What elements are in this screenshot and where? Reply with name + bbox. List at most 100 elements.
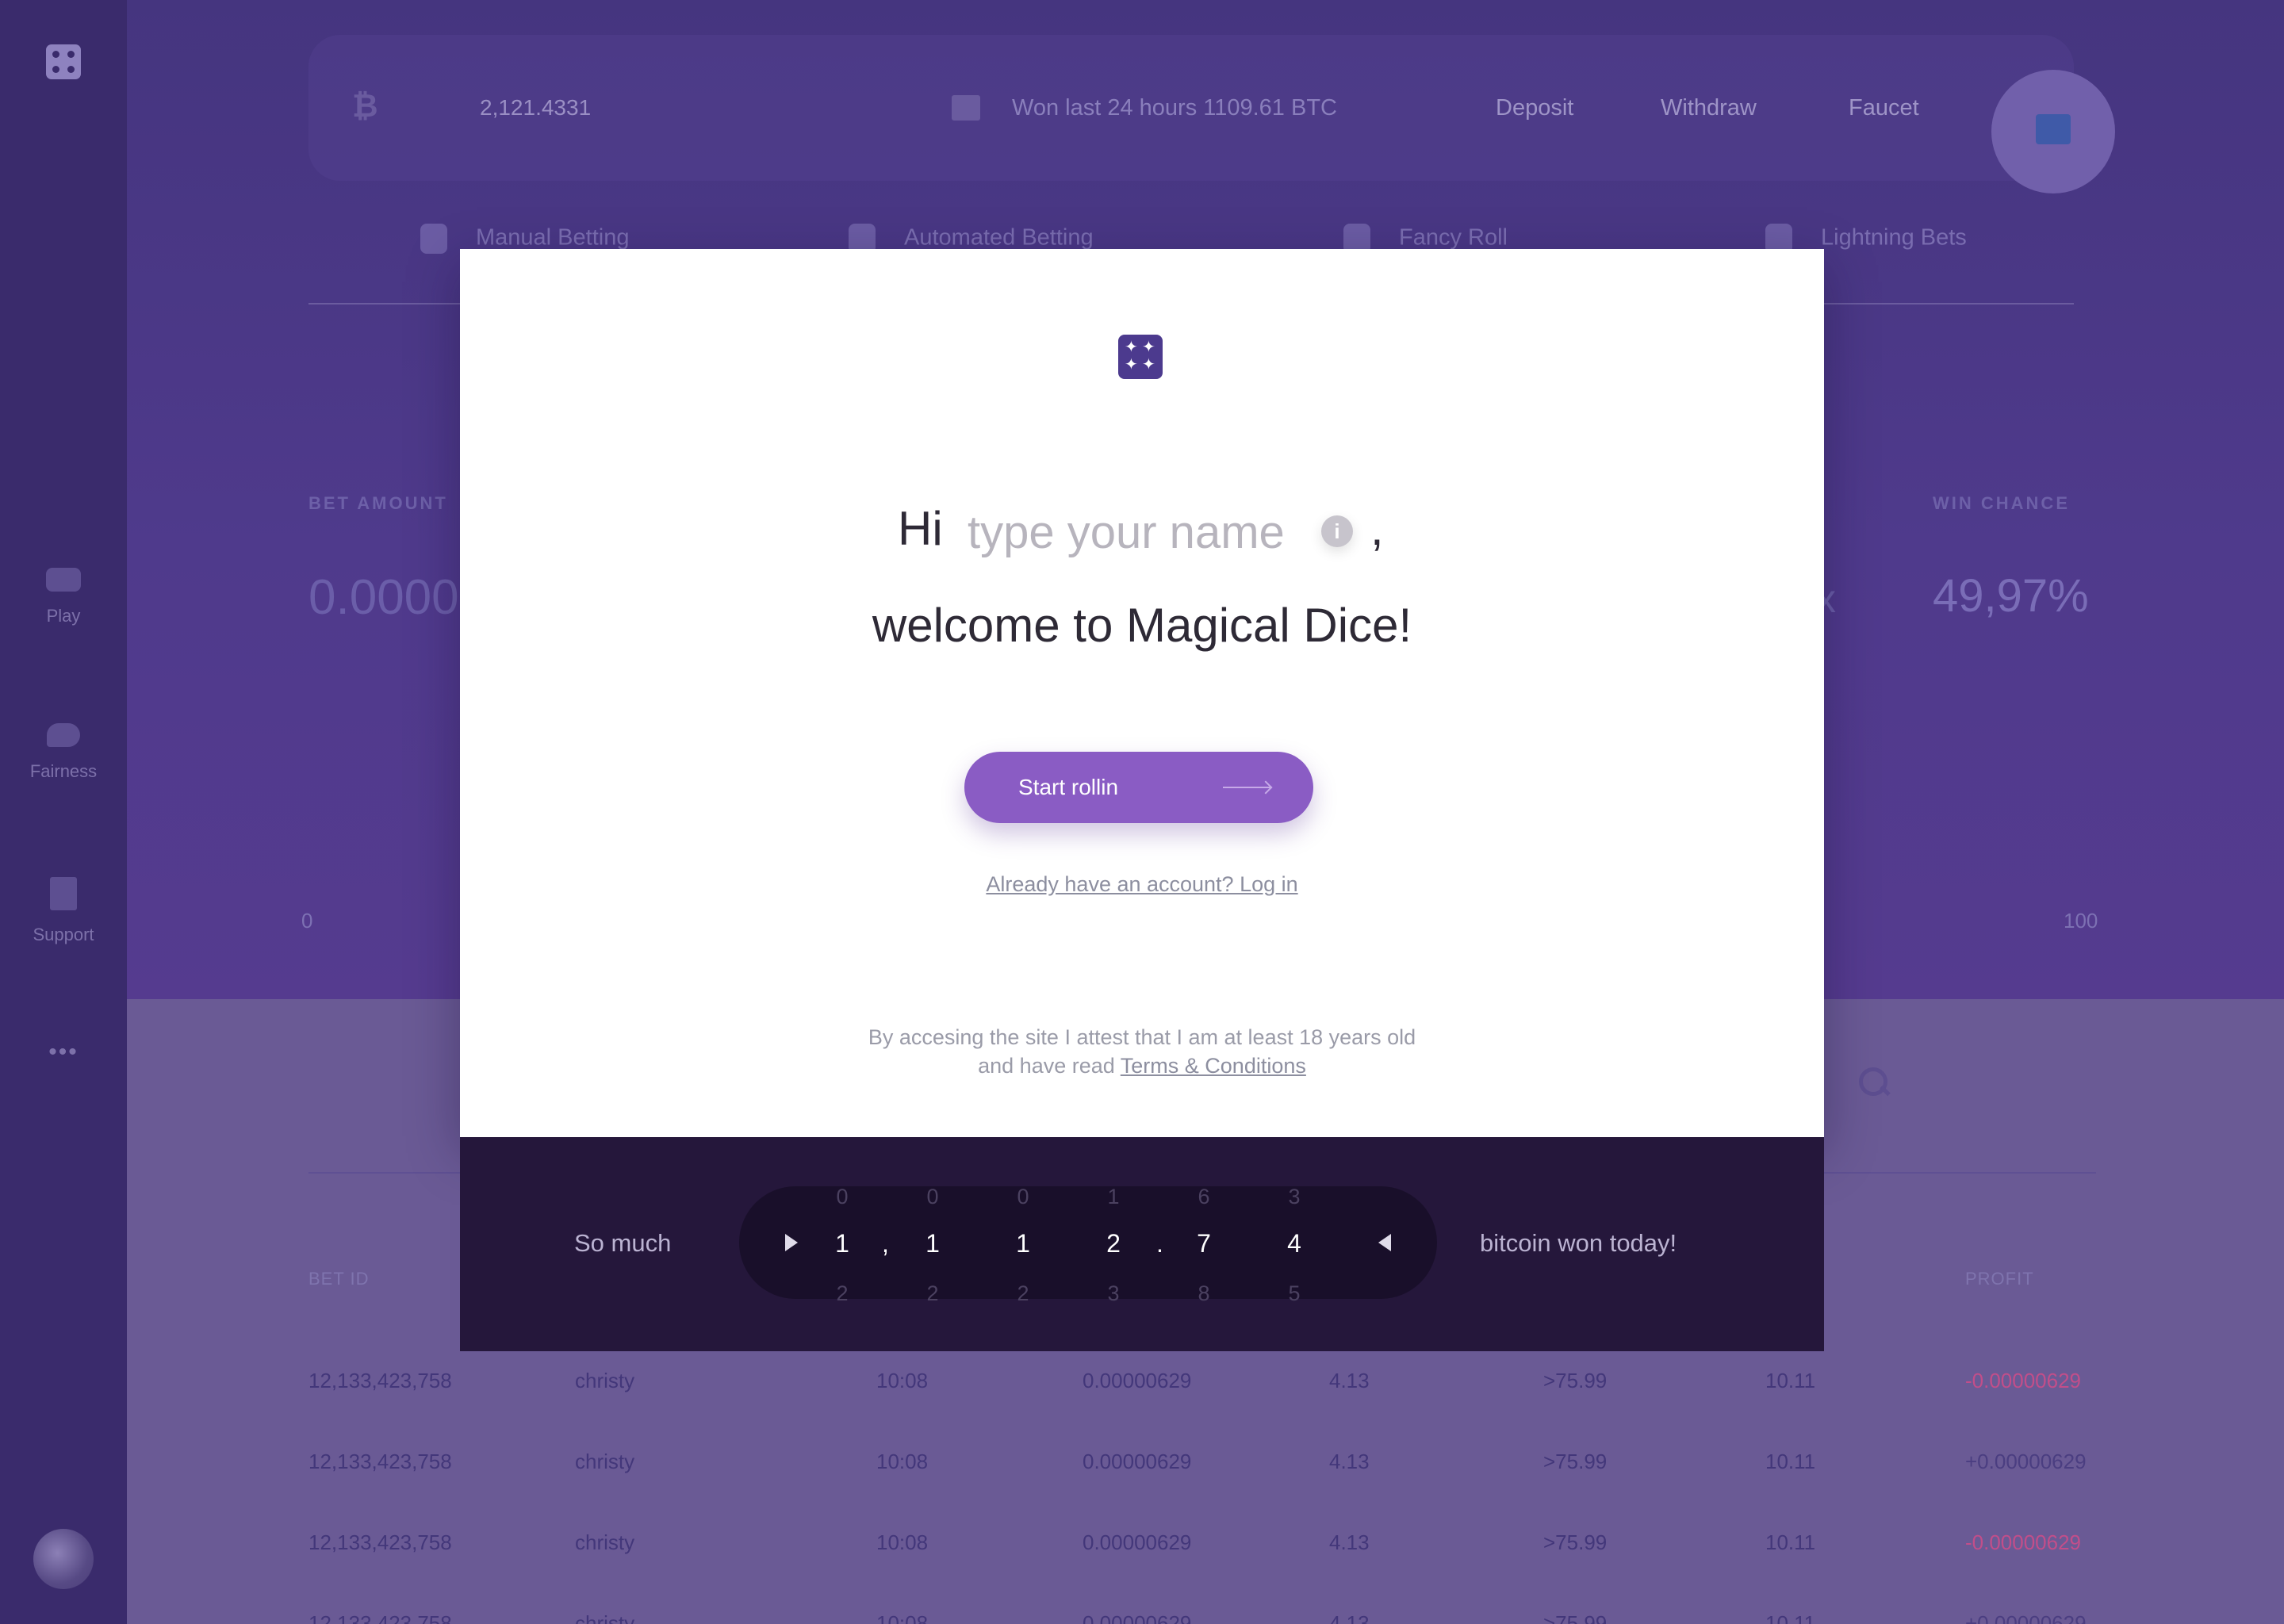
counter-digit: 123 <box>1106 1185 1121 1305</box>
info-icon[interactable]: i <box>1321 515 1353 547</box>
cell-user: christy <box>575 1611 635 1624</box>
disclaimer-line-1: By accesing the site I attest that I am … <box>868 1025 1416 1049</box>
greeting-comma: , <box>1370 502 1384 555</box>
terms-link[interactable]: Terms & Conditions <box>1121 1054 1306 1078</box>
cell-payout: 4.13 <box>1329 1450 1370 1473</box>
thousands-separator: , <box>882 1229 889 1258</box>
counter-digit: 678 <box>1197 1185 1211 1305</box>
bet-amount-value[interactable]: 0.0000 <box>308 569 459 626</box>
greeting-row: Hi i , <box>460 501 1824 565</box>
cell-id: 12,133,423,758 <box>308 1530 452 1554</box>
login-link[interactable]: Already have an account? Log in <box>460 872 1824 897</box>
tab-label: Manual Betting <box>476 224 630 251</box>
cell-roll: 10.11 <box>1765 1530 1816 1554</box>
cell-profit: -0.00000629 <box>1965 1530 2082 1554</box>
cell-amount: 0.00000629 <box>1083 1369 1192 1392</box>
cell-amount: 0.00000629 <box>1083 1450 1192 1473</box>
cell-amount: 0.00000629 <box>1083 1530 1192 1554</box>
start-rollin-button[interactable]: Start rollin <box>964 752 1313 823</box>
sidebar-item-play[interactable]: Play <box>0 568 127 626</box>
age-disclaimer: By accesing the site I attest that I am … <box>460 1023 1824 1080</box>
whistle-icon <box>47 723 80 747</box>
cell-id: 12,133,423,758 <box>308 1450 452 1473</box>
cell-roll: 10.11 <box>1765 1369 1816 1392</box>
cell-amount: 0.00000629 <box>1083 1611 1192 1624</box>
faucet-link[interactable]: Faucet <box>1849 95 1919 121</box>
header-profit: PROFIT <box>1965 1269 2034 1289</box>
cell-time: 10:08 <box>876 1530 929 1554</box>
arrow-right-icon <box>1223 787 1270 788</box>
decimal-separator: . <box>1156 1229 1163 1258</box>
start-button-label: Start rollin <box>1018 775 1119 799</box>
cell-user: christy <box>575 1450 635 1473</box>
sidebar-item-support[interactable]: Support <box>0 877 127 945</box>
greeting: Hi <box>898 502 943 555</box>
win-chance-value[interactable]: 49,97% <box>1933 569 2089 622</box>
tab-label: Automated Betting <box>904 224 1094 251</box>
name-input[interactable] <box>968 503 1316 561</box>
triangle-right-icon <box>785 1234 798 1251</box>
balance: 2,121.4331 <box>480 95 592 120</box>
ticker-suffix: bitcoin won today! <box>1480 1229 1677 1257</box>
dice-logo-icon[interactable] <box>46 44 81 79</box>
chat-button[interactable] <box>1991 70 2115 193</box>
cell-profit: -0.00000629 <box>1965 1369 2082 1392</box>
range-min: 0 <box>301 909 313 933</box>
cell-roll: 10.11 <box>1765 1611 1816 1624</box>
cell-profit: +0.00000629 <box>1965 1450 2087 1473</box>
search-icon[interactable] <box>1859 1067 1891 1099</box>
cell-target: >75.99 <box>1543 1369 1608 1392</box>
ticker-prefix: So much <box>574 1229 672 1257</box>
win-counter: 012 , 012 012 123 . 678 345 <box>739 1185 1437 1305</box>
welcome-modal: ✦✦ ✦✦ Hi i , welcome to Magical Dice! St… <box>460 249 1824 1137</box>
counter-digit: 012 <box>1016 1185 1030 1305</box>
disclaimer-prefix: and have read <box>978 1054 1115 1078</box>
cell-user: christy <box>575 1369 635 1392</box>
tab-label: Fancy Roll <box>1399 224 1508 251</box>
sidebar-item-label: Fairness <box>29 761 98 781</box>
cell-payout: 4.13 <box>1329 1611 1370 1624</box>
cell-id: 12,133,423,758 <box>308 1369 452 1392</box>
counter-digit: 012 <box>835 1185 849 1305</box>
won-today-ticker: So much 012 , 012 012 123 . 678 345 bitc… <box>460 1137 1824 1351</box>
cell-profit: +0.00000629 <box>1965 1611 2087 1624</box>
counter-digit: 345 <box>1287 1185 1301 1305</box>
table-row[interactable]: 12,133,423,758 christy 10:08 0.00000629 4.13… <box>0 1530 2284 1578</box>
book-icon <box>50 877 77 910</box>
dice-logo-icon: ✦ ✦ ✦ ✦ <box>1118 335 1163 379</box>
sidebar-item-label: Play <box>46 606 81 626</box>
deposit-link[interactable]: Deposit <box>1496 95 1573 121</box>
table-row[interactable]: 12,133,423,758 christy 10:08 0.00000629 4.13… <box>0 1369 2284 1416</box>
cell-target: >75.99 <box>1543 1611 1608 1624</box>
bar-chart-icon <box>952 95 980 121</box>
won-last-24h: Won last 24 hours 1109.61 BTC <box>1012 95 1337 121</box>
header-bet-id: BET ID <box>308 1269 370 1289</box>
mouse-icon <box>420 224 447 254</box>
win-chance-label: WIN CHANCE <box>1933 493 2070 513</box>
bet-amount-label: BET AMOUNT <box>308 493 448 513</box>
more-icon[interactable]: ••• <box>0 1039 127 1066</box>
sidebar-item-label: Support <box>33 925 94 944</box>
gamepad-icon <box>46 568 81 592</box>
cell-time: 10:08 <box>876 1611 929 1624</box>
cell-time: 10:08 <box>876 1369 929 1392</box>
bitcoin-icon: ₿ <box>352 89 378 124</box>
range-max: 100 <box>2064 909 2098 933</box>
cell-id: 12,133,423,758 <box>308 1611 452 1624</box>
disclaimer-line-2: and have read Terms & Conditions <box>460 1051 1824 1080</box>
welcome-title: welcome to Magical Dice! <box>872 599 1412 652</box>
cell-target: >75.99 <box>1543 1530 1608 1554</box>
counter-digit: 012 <box>925 1185 940 1305</box>
table-row[interactable]: 12,133,423,758 christy 10:08 0.00000629 4.13… <box>0 1611 2284 1624</box>
chat-icon <box>2036 114 2071 144</box>
cell-user: christy <box>575 1530 635 1554</box>
cell-roll: 10.11 <box>1765 1450 1816 1473</box>
cell-payout: 4.13 <box>1329 1530 1370 1554</box>
tab-label: Lightning Bets <box>1821 224 1967 251</box>
cell-payout: 4.13 <box>1329 1369 1370 1392</box>
table-row[interactable]: 12,133,423,758 christy 10:08 0.00000629 4.13… <box>0 1450 2284 1497</box>
cell-target: >75.99 <box>1543 1450 1608 1473</box>
withdraw-link[interactable]: Withdraw <box>1661 95 1757 121</box>
sidebar-item-fairness[interactable]: Fairness <box>0 723 127 782</box>
triangle-left-icon <box>1378 1234 1391 1251</box>
